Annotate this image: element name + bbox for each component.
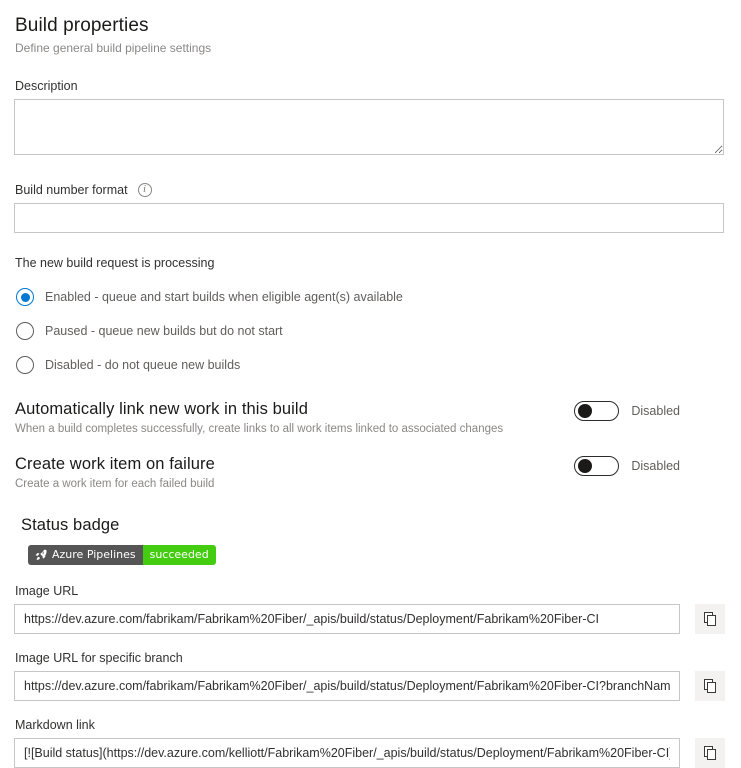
auto-link-section: Automatically link new work in this buil… [14, 398, 725, 437]
description-label: Description [15, 78, 725, 94]
markdown-link-input[interactable] [14, 737, 680, 768]
create-work-item-toggle[interactable] [574, 456, 620, 476]
rocket-icon [35, 549, 47, 560]
create-work-item-text: Create work item on failure Create a wor… [14, 453, 215, 492]
auto-link-toggle-state: Disabled [631, 404, 680, 418]
image-url-branch-row [14, 670, 725, 701]
auto-link-text: Automatically link new work in this buil… [14, 398, 503, 437]
auto-link-toggle-group: Disabled [574, 398, 725, 421]
markdown-link-row [14, 737, 725, 768]
radio-paused-indicator[interactable] [16, 322, 34, 340]
create-work-item-section: Create work item on failure Create a wor… [14, 453, 725, 492]
image-url-block: Image URL [14, 583, 725, 634]
auto-link-sub: When a build completes successfully, cre… [15, 423, 504, 435]
copy-icon [704, 678, 716, 693]
processing-intro: The new build request is processing [15, 256, 215, 270]
image-url-branch-label: Image URL for specific branch [15, 650, 725, 666]
radio-disabled-label: Disabled - do not queue new builds [45, 358, 241, 372]
status-badge-left-text: Azure Pipelines [52, 548, 136, 561]
page-title: Build properties [15, 15, 149, 36]
image-url-row [14, 603, 725, 634]
auto-link-toggle-knob [578, 404, 593, 418]
create-work-item-sub: Create a work item for each failed build [15, 478, 215, 490]
build-number-format-label: Build number format i [15, 182, 725, 198]
radio-option-disabled[interactable]: Disabled - do not queue new builds [16, 348, 725, 382]
copy-markdown-link-button[interactable] [695, 737, 725, 768]
copy-image-url-branch-button[interactable] [695, 670, 725, 701]
copy-icon [704, 745, 716, 760]
radio-enabled-label: Enabled - queue and start builds when el… [45, 290, 403, 304]
image-url-label: Image URL [15, 583, 725, 599]
image-url-branch-input[interactable] [14, 670, 680, 701]
radio-option-enabled[interactable]: Enabled - queue and start builds when el… [16, 280, 725, 314]
create-work-item-toggle-knob [578, 459, 593, 473]
description-input[interactable] [14, 99, 724, 155]
copy-image-url-button[interactable] [695, 603, 725, 634]
copy-icon [704, 611, 716, 626]
radio-option-paused[interactable]: Paused - queue new builds but do not sta… [16, 314, 725, 348]
build-properties-page: Build properties Define general build pi… [0, 0, 741, 768]
status-badge: Azure Pipelines succeeded [28, 545, 216, 565]
radio-paused-label: Paused - queue new builds but do not sta… [45, 324, 283, 338]
page-subtitle: Define general build pipeline settings [15, 41, 212, 55]
markdown-link-block: Markdown link [14, 717, 725, 768]
image-url-label-text: Image URL [15, 583, 79, 598]
create-work-item-toggle-state: Disabled [631, 459, 680, 473]
build-number-format-label-text: Build number format [15, 183, 128, 197]
radio-enabled-indicator[interactable] [16, 288, 34, 306]
image-url-input[interactable] [14, 603, 680, 634]
radio-disabled-indicator[interactable] [16, 356, 34, 374]
image-url-branch-label-text: Image URL for specific branch [15, 650, 183, 665]
info-icon[interactable]: i [137, 183, 152, 197]
status-badge-heading: Status badge [21, 516, 120, 534]
status-badge-left: Azure Pipelines [28, 545, 143, 565]
create-work-item-heading: Create work item on failure [15, 455, 215, 473]
auto-link-heading: Automatically link new work in this buil… [15, 400, 308, 418]
description-label-text: Description [15, 79, 78, 93]
create-work-item-toggle-group: Disabled [574, 453, 725, 476]
status-badge-right: succeeded [142, 545, 216, 565]
auto-link-toggle[interactable] [574, 401, 620, 421]
image-url-branch-block: Image URL for specific branch [14, 650, 725, 701]
markdown-link-label: Markdown link [15, 717, 725, 733]
build-number-format-input[interactable] [14, 203, 724, 233]
markdown-link-label-text: Markdown link [15, 717, 95, 732]
